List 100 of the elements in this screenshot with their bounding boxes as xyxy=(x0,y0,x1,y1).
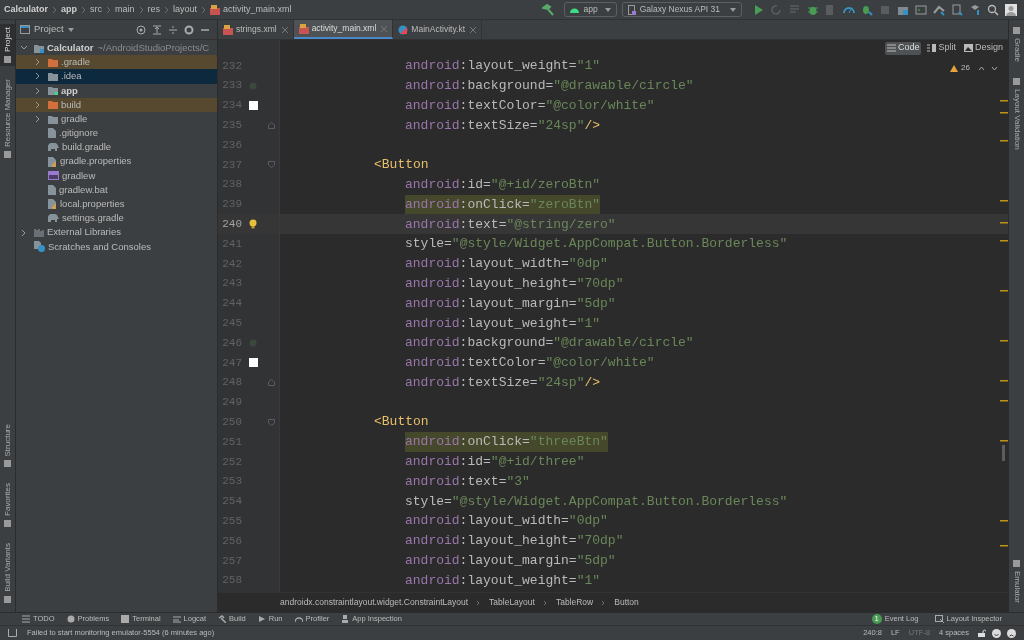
elephant-icon xyxy=(48,214,59,223)
panel-icon xyxy=(4,520,11,528)
breadcrumb-item[interactable]: Calculator xyxy=(4,2,48,17)
breadcrumb-item[interactable]: src xyxy=(90,2,103,17)
tool-window-tab[interactable]: Project xyxy=(0,24,15,66)
xml-path-item[interactable]: TableRow xyxy=(555,596,594,609)
lock-icon[interactable] xyxy=(978,629,986,637)
code-text: android:onClick="zeroBtn" xyxy=(405,194,601,215)
panel-icon xyxy=(4,596,11,603)
tree-item[interactable]: local.properties xyxy=(16,197,217,212)
tree-item[interactable]: .gitignore xyxy=(16,126,217,141)
close-icon[interactable] xyxy=(470,26,477,33)
locate-icon[interactable] xyxy=(136,24,146,35)
chevron-icon xyxy=(81,5,87,14)
view-mode-button[interactable]: Code xyxy=(884,41,922,55)
device-dropdown[interactable]: Galaxy Nexus API 31 xyxy=(621,2,742,17)
fold-icon[interactable] xyxy=(267,121,275,129)
tool-window-tab[interactable]: Build Variants xyxy=(0,540,15,606)
view-mode-button[interactable]: Design xyxy=(962,41,1005,55)
fold-icon[interactable] xyxy=(267,161,275,169)
file-icon xyxy=(48,184,56,195)
terminal-window-icon[interactable] xyxy=(915,3,927,16)
code-text: android:layout_margin="5dp" xyxy=(405,552,616,571)
library-icon xyxy=(34,228,44,238)
editor-tab[interactable]: strings.xml xyxy=(218,20,294,39)
tool-window-tab[interactable]: Layout Validation xyxy=(1009,75,1024,153)
close-icon[interactable] xyxy=(281,26,288,33)
breadcrumb-item[interactable]: layout xyxy=(173,2,198,17)
collapse-all-icon[interactable] xyxy=(168,24,178,35)
tree-item[interactable]: gradlew.bat xyxy=(16,182,217,198)
tree-item[interactable]: .gradle xyxy=(16,55,217,70)
up-chevron-icon[interactable] xyxy=(978,65,985,71)
panel-icon xyxy=(1013,27,1020,34)
xml-file-icon xyxy=(223,24,233,35)
tree-item[interactable]: gradle xyxy=(16,111,217,127)
breadcrumb-item[interactable]: main xyxy=(115,2,135,17)
editor-tab[interactable]: MainActivity.kt xyxy=(393,20,483,39)
code-text: android:id="@+id/three" xyxy=(405,453,585,472)
lightbulb-icon[interactable] xyxy=(249,219,257,230)
happy-face-icon[interactable] xyxy=(992,628,1001,638)
code-text: <Button xyxy=(374,156,429,175)
tree-item[interactable]: build.gradle xyxy=(16,140,217,155)
module-dropdown[interactable]: app xyxy=(564,2,617,17)
line-number: 240 xyxy=(221,217,242,232)
code-text: android:layout_height="70dp" xyxy=(405,532,624,551)
panel-icon xyxy=(1013,78,1020,85)
code-text: android:background="@drawable/circle" xyxy=(405,334,694,353)
tool-window-tab[interactable]: Structure xyxy=(0,420,15,471)
tool-window-tab[interactable]: Resource Manager xyxy=(0,75,15,161)
fold-icon[interactable] xyxy=(267,418,275,426)
down-chevron-icon[interactable] xyxy=(991,65,998,71)
breadcrumb-item[interactable]: app xyxy=(61,2,78,17)
tree-item[interactable]: Scratches and Consoles xyxy=(16,239,217,254)
stop-icon[interactable] xyxy=(879,3,891,16)
project-view-dropdown[interactable]: Project xyxy=(34,22,64,37)
tree-item[interactable]: .idea xyxy=(16,69,217,84)
lines-icon xyxy=(172,615,181,623)
list-icon xyxy=(22,615,30,623)
code-text: android:layout_margin="5dp" xyxy=(405,294,616,313)
properties-file-icon xyxy=(48,199,57,210)
expand-all-icon[interactable] xyxy=(152,24,162,35)
elephant-icon xyxy=(48,143,59,152)
panel-toggle-icon[interactable] xyxy=(8,629,17,637)
view-mode-button[interactable]: Split xyxy=(925,41,958,55)
chevron-icon xyxy=(138,5,144,14)
search-icon[interactable] xyxy=(987,3,999,16)
tree-item[interactable]: settings.gradle xyxy=(16,211,217,226)
xml-path-item[interactable]: Button xyxy=(614,596,639,609)
chevron-icon xyxy=(106,5,112,14)
settings-icon[interactable] xyxy=(184,24,194,35)
caret-icon xyxy=(604,7,611,12)
sad-face-icon[interactable] xyxy=(1007,628,1016,638)
tree-item[interactable]: External Libraries xyxy=(16,225,217,240)
tree-item[interactable]: gradle.properties xyxy=(16,154,217,169)
tree-item[interactable]: Calculator ~/AndroidStudioProjects/C xyxy=(16,41,217,56)
breadcrumb-item[interactable]: res xyxy=(147,2,161,17)
run-icon[interactable] xyxy=(753,3,765,16)
rerun-icon[interactable] xyxy=(771,3,783,16)
tool-window-tab[interactable]: Gradle xyxy=(1009,24,1024,65)
user-avatar-icon[interactable] xyxy=(1005,3,1017,16)
editor-tab[interactable]: activity_main.xml xyxy=(293,20,394,39)
close-icon[interactable] xyxy=(381,25,388,32)
kotlin-file-icon xyxy=(398,24,409,35)
hammer-icon[interactable] xyxy=(542,3,555,16)
tree-item[interactable]: gradlew xyxy=(16,168,217,183)
color-swatch-icon xyxy=(248,101,258,110)
avd-icon[interactable] xyxy=(951,3,963,16)
fold-icon[interactable] xyxy=(267,379,275,387)
attach-debugger-icon[interactable] xyxy=(861,3,873,16)
panel-icon xyxy=(4,460,11,468)
tool-window-tab[interactable]: Emulator xyxy=(1009,557,1024,606)
code-text: android:textSize="24sp"/> xyxy=(405,116,601,135)
tree-item[interactable]: build xyxy=(16,97,217,112)
xml-path-item[interactable]: TableLayout xyxy=(489,596,535,609)
tree-item[interactable]: app xyxy=(16,83,217,98)
breadcrumb-item[interactable]: activity_main.xml xyxy=(223,2,292,17)
warning-count[interactable]: 26 xyxy=(961,62,970,74)
xml-path-item[interactable]: androidx.constraintlayout.widget.ConstraintLayout xyxy=(280,596,469,609)
hammer-icon xyxy=(218,615,227,623)
tool-window-tab[interactable]: Favorites xyxy=(0,480,15,531)
